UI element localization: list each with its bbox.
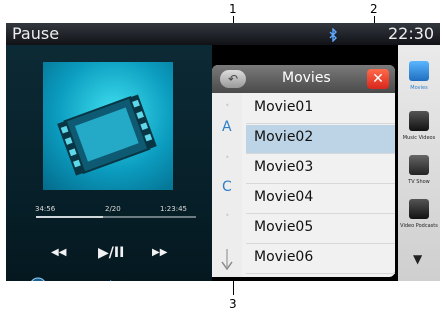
list-item-selected[interactable]: Movie02 [246,125,395,154]
seek-bar[interactable] [36,216,196,218]
list-item-label: Movie03 [254,159,314,175]
list-item[interactable]: Movie01 [246,95,395,124]
status-title: Pause [12,24,60,43]
sidebar-item-video-podcasts[interactable]: Video Podcasts [398,199,440,245]
sidebar-item-label: Music Videos [402,135,436,141]
sidebar-item-music-videos[interactable]: Music Videos [398,111,440,157]
sidebar-item-label: TV Show [408,179,430,185]
total-duration: 1:23:45 [160,205,187,213]
alphabet-index-bar[interactable]: A C • • • [212,93,242,277]
list-item-label: Movie05 [254,219,314,235]
index-letter-c[interactable]: C [222,179,232,195]
sidebar-scroll-down-button[interactable]: ▼ [413,252,422,266]
close-button[interactable]: ✕ [367,69,389,89]
list-item[interactable]: Movie04 [246,185,395,214]
list-item[interactable]: Movie03 [246,155,395,184]
movies-icon [409,61,429,81]
play-pause-button[interactable]: ▶/II [98,245,124,261]
callout-3: 3 [229,297,237,311]
track-count: 2/20 [105,205,121,213]
clock: 22:30 [388,24,435,43]
elapsed-time: 34:56 [35,205,56,213]
status-bar: Pause 22:30 [6,23,440,45]
callout-2: 2 [370,2,378,16]
scroll-down-arrow-icon[interactable] [221,249,233,275]
bluetooth-icon [328,27,338,46]
list-title: Movies [282,70,331,86]
next-button[interactable]: ▶▶ [152,247,167,258]
device-screen: Pause 22:30 34:56 2/20 1:23:45 ◀◀ ▶/II ▶… [6,23,440,281]
list-item-label: Movie04 [254,189,314,205]
index-bullet: • [225,211,230,220]
seek-bar-progress [36,216,104,218]
now-playing-panel: 34:56 2/20 1:23:45 ◀◀ ▶/II ▶▶ [6,45,212,281]
index-bullet: • [225,101,230,110]
callout-1: 1 [229,2,237,16]
list-header: ↶ Movies ✕ [212,65,395,93]
list-item-label: Movie02 [254,129,314,145]
index-bullet: • [225,153,230,162]
repeat-icon[interactable] [104,278,120,281]
index-letter-a[interactable]: A [222,119,232,135]
list-item[interactable]: Movie06 [246,245,395,274]
previous-button[interactable]: ◀◀ [51,247,66,258]
arrow-right-circle-icon[interactable] [29,277,47,281]
list-item-label: Movie06 [254,249,314,265]
sidebar-item-label: Movies [410,85,428,91]
list-item-label: Movie01 [254,99,314,115]
sidebar-item-tv-show[interactable]: TV Show [398,155,440,201]
music-video-icon [409,111,429,131]
sidebar-item-label: Video Podcasts [400,223,438,229]
category-sidebar: Movies Music Videos TV Show Video Podcas… [398,45,440,281]
video-podcast-icon [409,199,429,219]
tv-show-icon [409,155,429,175]
list-item[interactable]: Movie05 [246,215,395,244]
sidebar-item-movies[interactable]: Movies [398,55,440,101]
back-button[interactable]: ↶ [220,70,246,88]
album-cover [43,62,173,190]
film-reel-icon [57,94,157,176]
